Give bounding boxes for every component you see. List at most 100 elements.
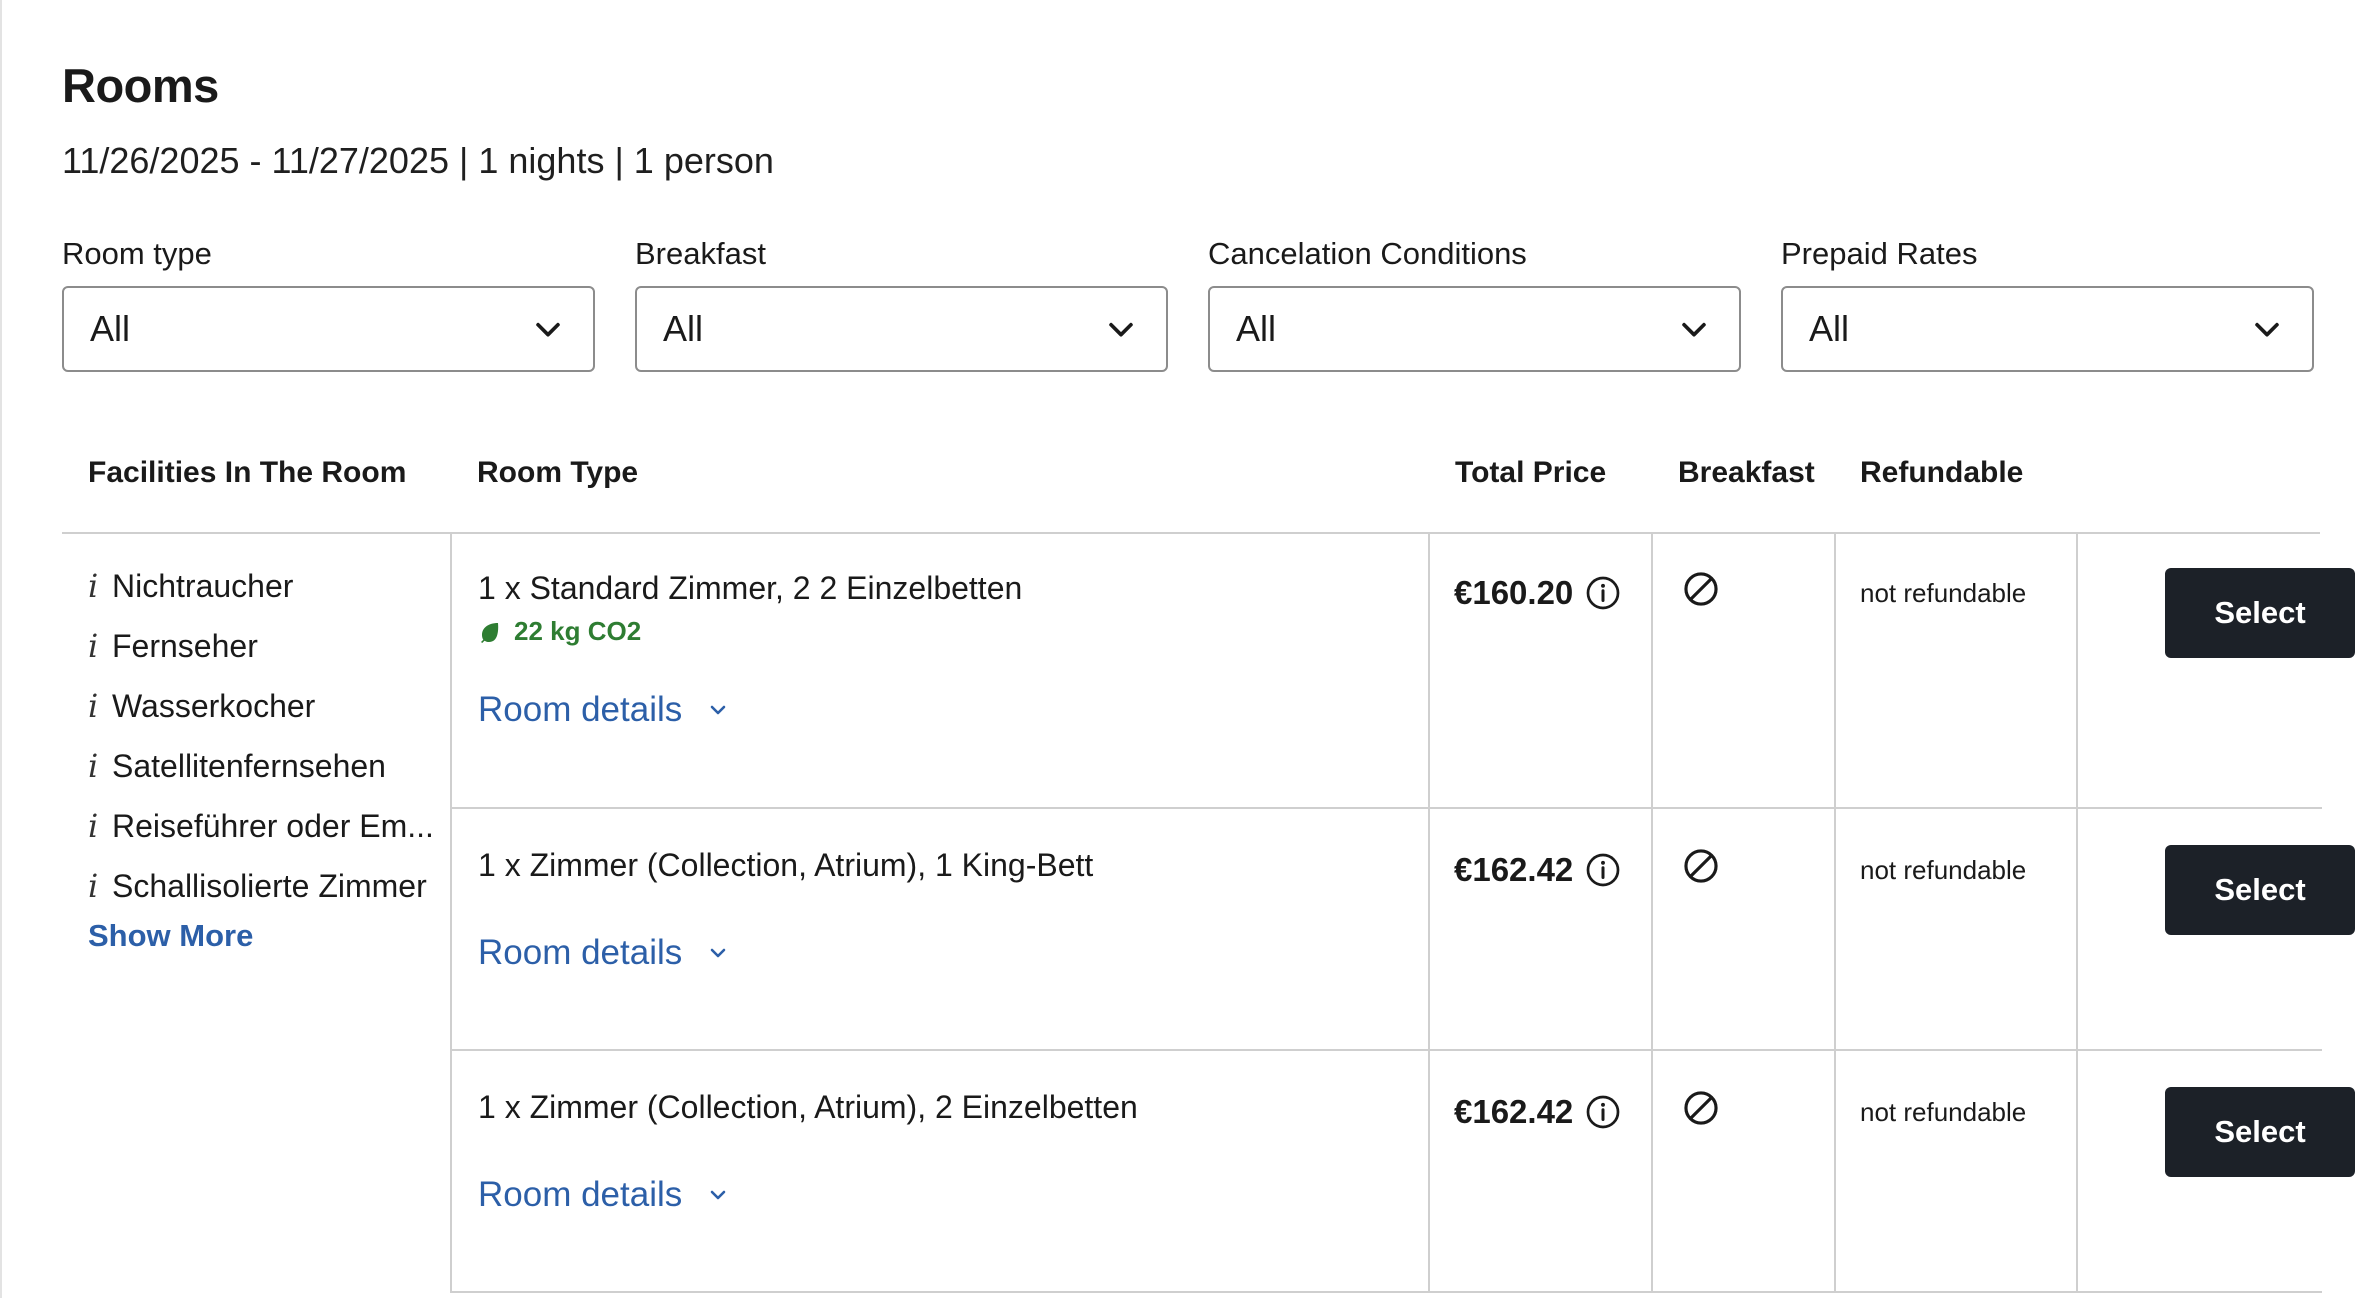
- facility-label: Reiseführer oder Em...: [112, 807, 434, 844]
- info-icon: i: [88, 567, 99, 605]
- column-divider: [1651, 1051, 1653, 1291]
- price-value: €162.42: [1454, 1093, 1574, 1130]
- list-item: i Fernseher: [62, 616, 450, 676]
- breakfast-select[interactable]: All: [635, 286, 1168, 372]
- prepaid-select[interactable]: All: [1781, 286, 2314, 372]
- facility-label: Fernseher: [112, 627, 258, 664]
- list-item: i Wasserkocher: [62, 676, 450, 736]
- column-divider: [1834, 532, 1836, 807]
- price-value: €160.20: [1454, 574, 1574, 611]
- filter-label: Room type: [62, 236, 212, 271]
- header-breakfast: Breakfast: [1678, 456, 1815, 489]
- column-divider: [2076, 532, 2078, 807]
- chevron-down-icon: [710, 948, 726, 958]
- list-item: i Satellitenfernsehen: [62, 736, 450, 796]
- room-details-label: Room details: [478, 1175, 683, 1214]
- rooms-table: Facilities In The Room Room Type Total P…: [62, 436, 2355, 1293]
- info-icon: i: [88, 867, 99, 905]
- column-divider: [1428, 809, 1430, 1049]
- co2-value: 22 kg CO2: [514, 616, 642, 646]
- facility-label: Nichtraucher: [112, 567, 294, 604]
- info-icon: i: [88, 627, 99, 665]
- column-divider: [1834, 809, 1836, 1049]
- cancelation-select[interactable]: All: [1208, 286, 1741, 372]
- select-value: All: [1236, 308, 1277, 349]
- list-item: i Reiseführer oder Em...: [62, 796, 450, 856]
- refund-status: not refundable: [1860, 855, 2027, 885]
- room-name: 1 x Zimmer (Collection, Atrium), 2 Einze…: [478, 1089, 1138, 1125]
- chevron-down-icon: [1682, 322, 1706, 337]
- header-total-price: Total Price: [1455, 456, 1607, 489]
- total-price: €162.42: [1454, 851, 1621, 889]
- room-name: 1 x Standard Zimmer, 2 2 Einzelbetten: [478, 570, 1023, 606]
- facility-label: Schallisolierte Zimmer: [112, 867, 427, 904]
- select-room-button[interactable]: Select: [2165, 1087, 2355, 1177]
- header-facilities: Facilities In The Room: [88, 456, 407, 489]
- info-circle-icon[interactable]: [1585, 1094, 1621, 1130]
- table-row: 1 x Zimmer (Collection, Atrium), 1 King-…: [452, 809, 2355, 1051]
- room-type-select[interactable]: All: [62, 286, 595, 372]
- total-price: €162.42: [1454, 1093, 1621, 1131]
- column-divider: [2076, 809, 2078, 1049]
- show-more-link[interactable]: Show More: [88, 918, 450, 954]
- header-room-type: Room Type: [477, 456, 639, 489]
- info-icon: i: [88, 807, 99, 845]
- header-refundable: Refundable: [1860, 456, 2024, 489]
- info-icon: i: [88, 747, 99, 785]
- filter-label: Prepaid Rates: [1781, 236, 1978, 271]
- room-details-toggle[interactable]: Room details: [478, 690, 730, 730]
- filter-cancelation: Cancelation Conditions All: [1208, 236, 1741, 372]
- list-item: i Nichtraucher: [62, 556, 450, 616]
- no-breakfast-icon: [1684, 572, 1718, 606]
- chevron-down-icon: [1109, 322, 1133, 337]
- facilities-list: i Nichtraucher i Fernseher i Wasserkoche…: [62, 534, 450, 954]
- price-value: €162.42: [1454, 851, 1574, 888]
- column-divider: [1428, 1051, 1430, 1291]
- column-divider: [2076, 1051, 2078, 1291]
- chevron-down-icon: [710, 705, 726, 715]
- info-circle-icon[interactable]: [1585, 575, 1621, 611]
- filter-label: Breakfast: [635, 236, 766, 271]
- table-row: 1 x Zimmer (Collection, Atrium), 2 Einze…: [452, 1051, 2355, 1293]
- info-circle-icon[interactable]: [1585, 852, 1621, 888]
- refund-status: not refundable: [1860, 578, 2027, 608]
- select-value: All: [1809, 308, 1850, 349]
- co2-badge: 22 kg CO2: [478, 616, 641, 647]
- filter-room-type: Room type All: [62, 236, 595, 372]
- column-divider: [1651, 532, 1653, 807]
- filter-prepaid: Prepaid Rates All: [1781, 236, 2314, 372]
- chevron-down-icon: [2255, 322, 2279, 337]
- chevron-down-icon: [710, 1190, 726, 1200]
- column-divider: [1651, 809, 1653, 1049]
- leaf-icon: [481, 622, 499, 643]
- stay-summary: 11/26/2025 - 11/27/2025 | 1 nights | 1 p…: [62, 140, 774, 181]
- list-item: i Schallisolierte Zimmer: [62, 856, 450, 916]
- total-price: €160.20: [1454, 574, 1621, 612]
- filter-breakfast: Breakfast All: [635, 236, 1168, 372]
- filter-bar: Room type All Breakfast All Cancelation …: [62, 236, 2320, 372]
- room-details-label: Room details: [478, 690, 683, 729]
- room-rows: 1 x Standard Zimmer, 2 2 Einzelbetten 22…: [450, 532, 2355, 1293]
- column-divider: [1834, 1051, 1836, 1291]
- facility-label: Wasserkocher: [112, 687, 316, 724]
- room-name: 1 x Zimmer (Collection, Atrium), 1 King-…: [478, 847, 1094, 883]
- page-title: Rooms: [62, 59, 219, 112]
- no-breakfast-icon: [1684, 1091, 1718, 1125]
- room-details-toggle[interactable]: Room details: [478, 1175, 730, 1215]
- table-row: 1 x Standard Zimmer, 2 2 Einzelbetten 22…: [452, 532, 2355, 809]
- select-value: All: [663, 308, 704, 349]
- refund-status: not refundable: [1860, 1097, 2027, 1127]
- no-breakfast-icon: [1684, 849, 1718, 883]
- column-divider: [1428, 532, 1430, 807]
- room-details-toggle[interactable]: Room details: [478, 933, 730, 973]
- select-room-button[interactable]: Select: [2165, 845, 2355, 935]
- room-details-label: Room details: [478, 933, 683, 972]
- info-icon: i: [88, 687, 99, 725]
- table-header: Facilities In The Room Room Type Total P…: [62, 436, 2320, 534]
- facility-label: Satellitenfernsehen: [112, 747, 386, 784]
- select-value: All: [90, 308, 131, 349]
- select-room-button[interactable]: Select: [2165, 568, 2355, 658]
- rooms-page: Rooms 11/26/2025 - 11/27/2025 | 1 nights…: [0, 0, 2378, 1298]
- chevron-down-icon: [536, 322, 560, 337]
- filter-label: Cancelation Conditions: [1208, 236, 1527, 271]
